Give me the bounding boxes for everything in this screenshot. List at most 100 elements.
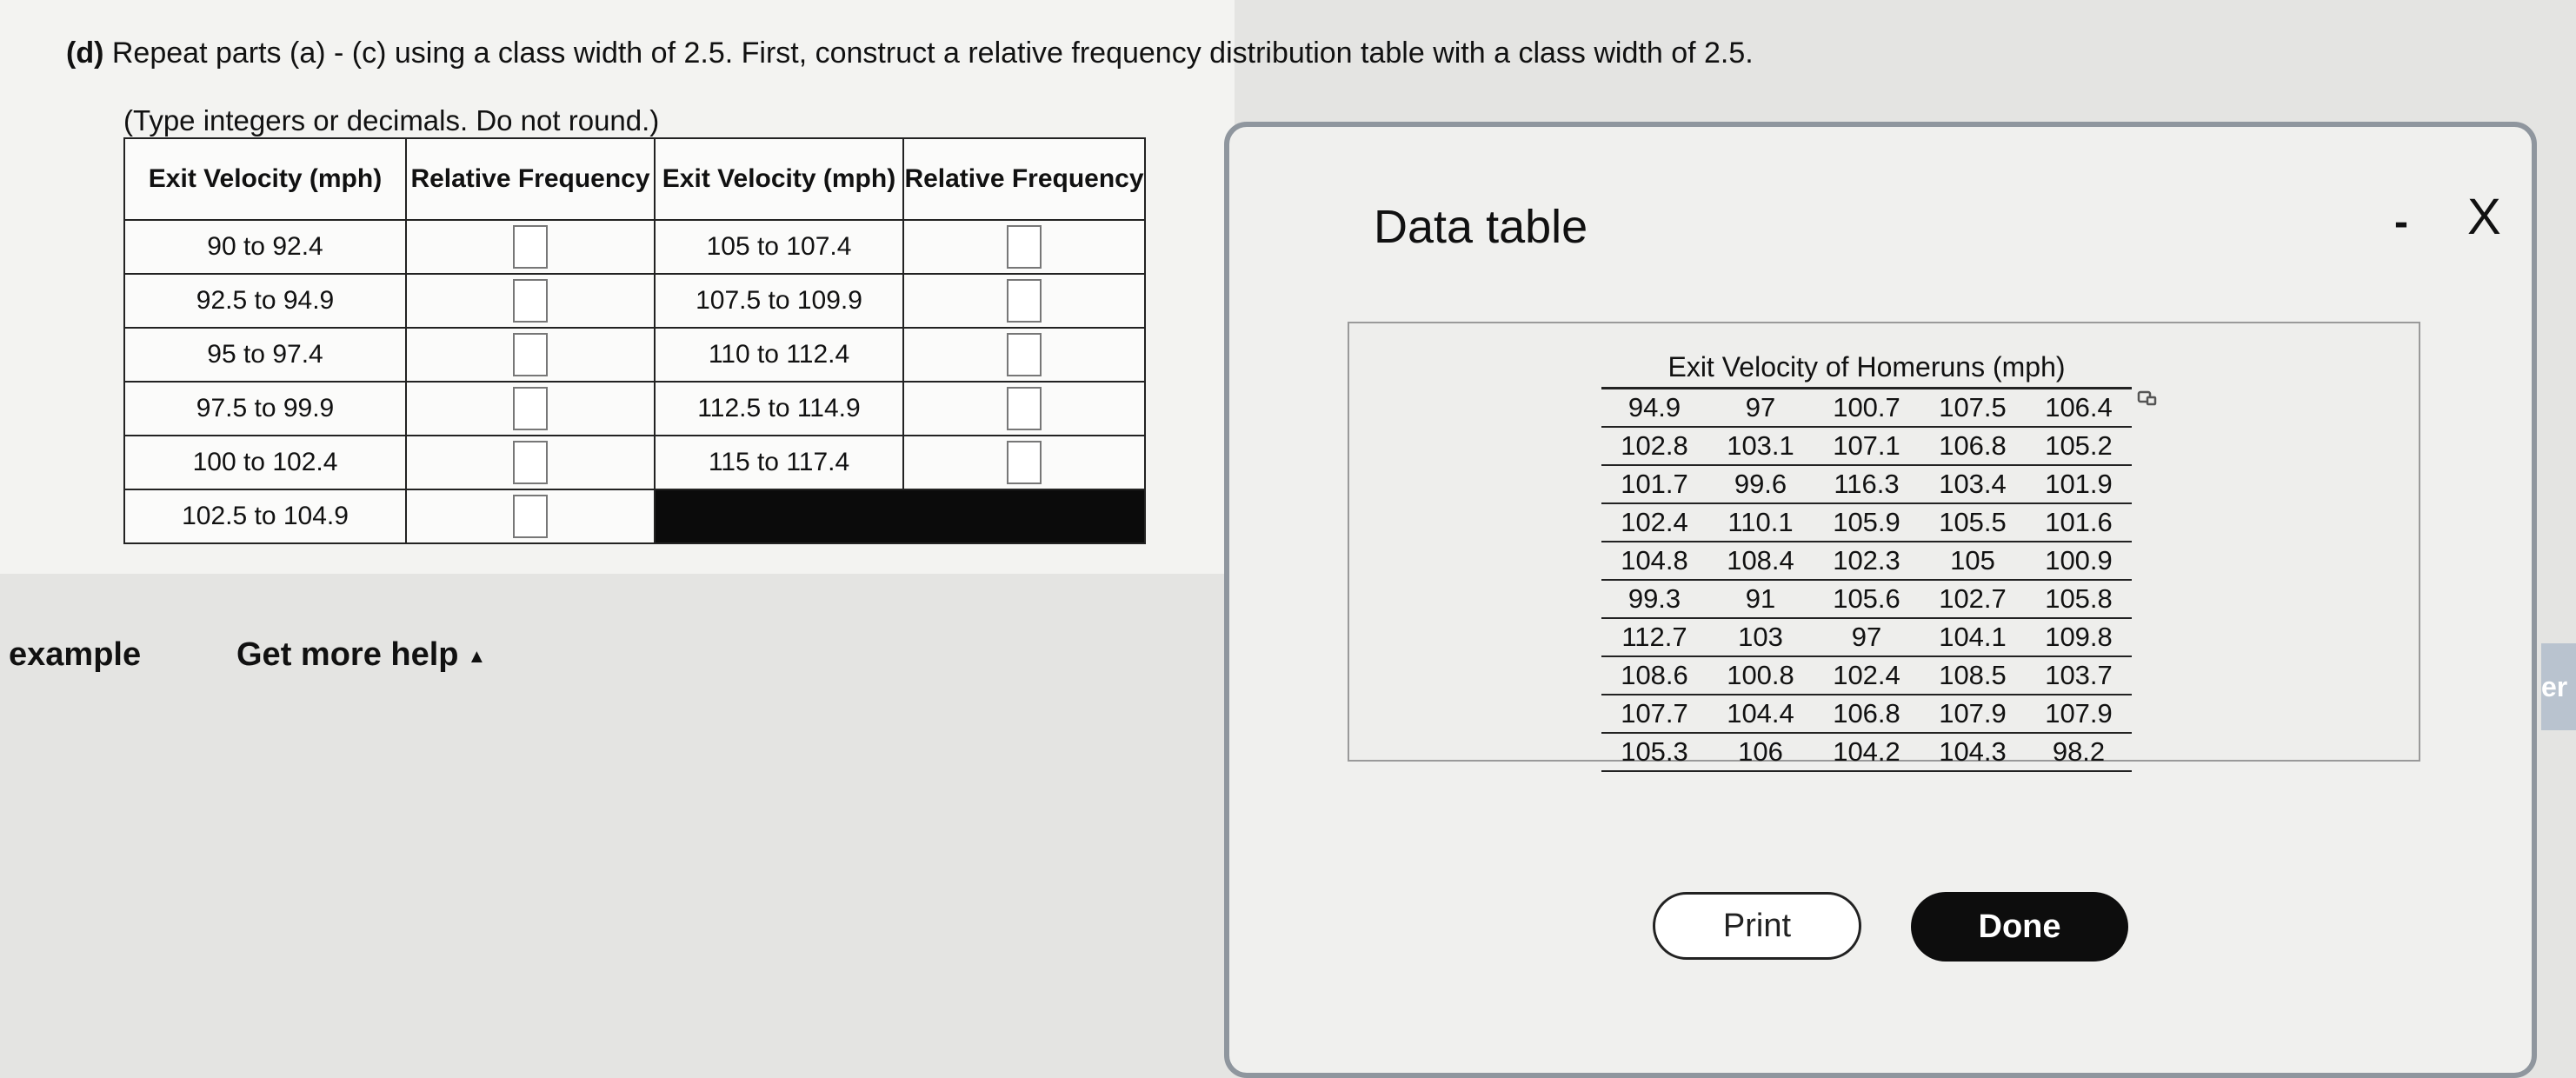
data-cell: 101.6 [2026, 503, 2132, 542]
answer-cell [405, 327, 656, 383]
data-cell: 106.4 [2026, 389, 2132, 428]
data-cell: 105.6 [1814, 580, 1920, 619]
data-cell: 98.2 [2026, 733, 2132, 772]
done-button[interactable]: Done [1911, 892, 2128, 962]
data-row: 94.9 97 100.7 107.5 106.4 [1601, 389, 2132, 428]
get-more-help-label: Get more help [236, 636, 459, 673]
answer-cell [405, 381, 656, 436]
answer-input-box[interactable] [1007, 279, 1042, 323]
exit-velocity-data-table: Exit Velocity of Homeruns (mph) 94.9 97 10… [1601, 351, 2132, 772]
answer-cell [405, 489, 656, 544]
answer-cell [405, 273, 656, 329]
answer-input-box[interactable] [1007, 387, 1042, 430]
data-cell: 105 [1920, 542, 2026, 581]
class-label: 95 to 97.4 [123, 327, 407, 383]
minimize-button[interactable]: - [2394, 198, 2408, 246]
answer-cell [405, 435, 656, 490]
data-row: 105.3 106 104.2 104.3 98.2 [1601, 733, 2132, 772]
data-row: 99.3 91 105.6 102.7 105.8 [1601, 580, 2132, 619]
answer-input-box[interactable] [1007, 333, 1042, 376]
input-hint: (Type integers or decimals. Do not round… [123, 104, 660, 136]
data-cell: 112.7 [1601, 618, 1707, 657]
data-cell: 104.1 [1920, 618, 2026, 657]
question-body: Repeat parts (a) - (c) using a class wid… [111, 37, 1754, 70]
answer-input-box[interactable] [1007, 225, 1042, 269]
table-row: 92.5 to 94.9 107.5 to 109.9 [123, 273, 1146, 329]
data-cell: 106.8 [1814, 695, 1920, 734]
answer-input-box[interactable] [513, 333, 548, 376]
data-cell: 94.9 [1601, 389, 1707, 428]
data-cell: 100.9 [2026, 542, 2132, 581]
data-cell: 99.6 [1707, 465, 1814, 504]
data-cell: 102.7 [1920, 580, 2026, 619]
copy-icon[interactable] [2136, 386, 2159, 409]
data-cell: 108.6 [1601, 656, 1707, 695]
data-cell: 104.2 [1814, 733, 1920, 772]
data-cell: 103 [1707, 618, 1814, 657]
answer-cell [405, 219, 656, 275]
data-cell: 108.5 [1920, 656, 2026, 695]
class-label: 92.5 to 94.9 [123, 273, 407, 329]
get-more-help-button[interactable]: Get more help ▲ [236, 636, 486, 674]
data-cell: 104.4 [1707, 695, 1814, 734]
data-cell: 101.7 [1601, 465, 1707, 504]
answer-input-box[interactable] [1007, 441, 1042, 484]
data-cell: 105.5 [1920, 503, 2026, 542]
class-label: 105 to 107.4 [654, 219, 904, 275]
class-label: 90 to 92.4 [123, 219, 407, 275]
data-cell: 102.3 [1814, 542, 1920, 581]
table-row: 97.5 to 99.9 112.5 to 114.9 [123, 381, 1146, 436]
data-cell: 103.4 [1920, 465, 2026, 504]
data-table-caption: Exit Velocity of Homeruns (mph) [1601, 351, 2132, 389]
header-relative-frequency: Relative Frequency [405, 137, 656, 221]
example-link[interactable]: example [9, 636, 141, 674]
caret-up-icon: ▲ [467, 644, 487, 667]
close-button[interactable]: X [2467, 188, 2501, 246]
dialog-title: Data table [1374, 201, 1588, 253]
class-label: 100 to 102.4 [123, 435, 407, 490]
data-cell: 116.3 [1814, 465, 1920, 504]
table-row: 100 to 102.4 115 to 117.4 [123, 435, 1146, 490]
data-cell: 102.4 [1814, 656, 1920, 695]
data-cell: 99.3 [1601, 580, 1707, 619]
header-exit-velocity-2: Exit Velocity (mph) [654, 137, 904, 221]
data-cell: 106 [1707, 733, 1814, 772]
data-cell: 106.8 [1920, 427, 2026, 466]
edge-button[interactable]: er [2541, 643, 2576, 730]
answer-input-box[interactable] [513, 387, 548, 430]
data-row: 102.8 103.1 107.1 106.8 105.2 [1601, 427, 2132, 466]
class-label: 115 to 117.4 [654, 435, 904, 490]
data-cell: 107.9 [2026, 695, 2132, 734]
answer-input-box[interactable] [513, 225, 548, 269]
data-table-dialog: Data table - X Exit Velocity of Homeruns… [1224, 122, 2537, 1078]
table-row: 95 to 97.4 110 to 112.4 [123, 327, 1146, 383]
data-table-container: Exit Velocity of Homeruns (mph) 94.9 97 10… [1348, 322, 2420, 772]
data-cell: 100.8 [1707, 656, 1814, 695]
data-row: 112.7 103 97 104.1 109.8 [1601, 618, 2132, 657]
data-cell: 110.1 [1707, 503, 1814, 542]
answer-cell [902, 327, 1146, 383]
question-pane: (d) Repeat parts (a) - (c) using a class… [0, 0, 1754, 574]
relative-frequency-table: Exit Velocity (mph) Relative Frequency E… [123, 137, 1146, 544]
question-text: (d) Repeat parts (a) - (c) using a class… [66, 37, 1754, 70]
data-row: 102.4 110.1 105.9 105.5 101.6 [1601, 503, 2132, 542]
answer-cell [902, 435, 1146, 490]
data-cell: 102.4 [1601, 503, 1707, 542]
class-label: 97.5 to 99.9 [123, 381, 407, 436]
answer-input-box[interactable] [513, 495, 548, 538]
data-row: 107.7 104.4 106.8 107.9 107.9 [1601, 695, 2132, 734]
data-cell: 103.7 [2026, 656, 2132, 695]
data-cell: 105.9 [1814, 503, 1920, 542]
answer-input-box[interactable] [513, 441, 548, 484]
data-cell: 104.8 [1601, 542, 1707, 581]
answer-input-box[interactable] [513, 279, 548, 323]
answer-cell [902, 381, 1146, 436]
data-row: 104.8 108.4 102.3 105 100.9 [1601, 542, 2132, 581]
print-button[interactable]: Print [1653, 892, 1861, 960]
data-cell: 108.4 [1707, 542, 1814, 581]
class-label: 107.5 to 109.9 [654, 273, 904, 329]
data-cell: 105.3 [1601, 733, 1707, 772]
answer-cell [902, 219, 1146, 275]
data-cell: 102.8 [1601, 427, 1707, 466]
data-row: 108.6 100.8 102.4 108.5 103.7 [1601, 656, 2132, 695]
